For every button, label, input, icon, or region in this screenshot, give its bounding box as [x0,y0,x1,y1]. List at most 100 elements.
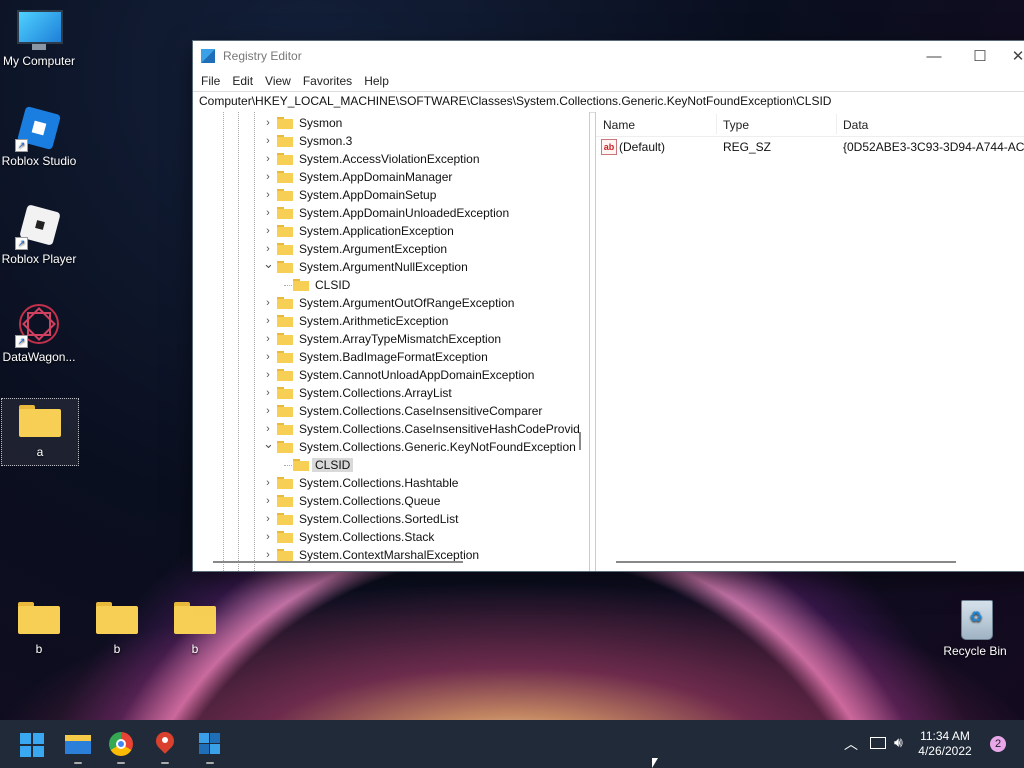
maximize-button[interactable]: ☐ [957,41,1003,71]
tree-node[interactable]: › System.AppDomainManager [193,168,569,186]
chevron-right-icon[interactable]: › [263,387,273,399]
chevron-right-icon[interactable]: › [263,477,273,489]
folder-icon [277,549,293,561]
folder-icon [277,117,293,129]
tree-node[interactable]: › System.Collections.Stack [193,528,569,546]
desktop-icon-label: Roblox Player [1,252,77,266]
desktop-icon-folder-b3[interactable]: b [157,596,233,656]
tree-node[interactable]: › System.Collections.Queue [193,492,569,510]
column-header-data[interactable]: Data [843,118,868,132]
chevron-right-icon[interactable]: › [263,135,273,147]
tree-node-label: System.Collections.CaseInsensitiveHashCo… [299,422,580,436]
tree-connector-line [284,285,292,286]
folder-icon [277,423,293,435]
chevron-right-icon[interactable]: › [263,351,273,363]
desktop-icon-folder-b2[interactable]: b [79,596,155,656]
chevron-right-icon[interactable]: › [263,531,273,543]
tree-node[interactable]: › System.Collections.ArrayList [193,384,569,402]
tree-vertical-scrollbar[interactable] [579,432,581,450]
chevron-down-icon[interactable]: ⌄ [263,257,274,270]
clock[interactable]: 11:34 AM 4/26/2022 [910,729,980,759]
column-header-type[interactable]: Type [723,118,749,132]
tree-node[interactable]: › System.Collections.CaseInsensitiveHashC… [193,420,580,438]
chevron-right-icon[interactable]: › [263,369,273,381]
chevron-right-icon[interactable]: › [263,297,273,309]
chevron-up-icon[interactable]: ︿ [844,734,858,754]
tree-node[interactable]: › System.Collections.Hashtable [193,474,569,492]
desktop-icon-folder-a[interactable]: a [1,398,79,466]
chevron-right-icon[interactable]: › [263,189,273,201]
menu-file[interactable]: File [195,74,226,88]
registry-tree-pane[interactable]: › Sysmon › Sysmon.3 › System.AccessViolationE… [193,112,590,571]
chevron-down-icon[interactable]: ⌄ [263,437,274,450]
folder-icon [277,171,293,183]
value-row[interactable]: ab (Default) REG_SZ {0D52ABE3-3C93-3D94-… [596,137,1024,157]
maps-pin-icon[interactable] [151,728,179,764]
chevron-right-icon[interactable]: › [263,495,273,507]
minimize-button[interactable]: — [911,41,957,71]
title-bar[interactable]: Registry Editor — ☐ ✕ [193,41,1024,71]
chevron-right-icon[interactable]: › [263,117,273,129]
menu-edit[interactable]: Edit [226,74,259,88]
address-bar[interactable]: Computer\HKEY_LOCAL_MACHINE\SOFTWARE\Cla… [193,91,1024,113]
chrome-icon[interactable] [107,730,135,764]
tree-node[interactable]: › System.BadImageFormatException [193,348,569,366]
desktop-icon-my-computer[interactable]: My Computer [1,10,77,68]
desktop-icon-folder-b1[interactable]: b [1,596,77,656]
tree-node[interactable]: ⌄ System.Collections.Generic.KeyNotFoundE… [193,437,576,456]
tree-node[interactable]: › System.AppDomainUnloadedException [193,204,569,222]
tree-node[interactable]: › System.ArgumentOutOfRangeException [193,294,569,312]
column-header-name[interactable]: Name [603,118,635,132]
menu-favorites[interactable]: Favorites [297,74,358,88]
tree-node-label: System.ArgumentNullException [299,260,468,274]
tree-node-label: System.AppDomainUnloadedException [299,206,510,220]
tree-node[interactable]: ⌄ System.ArgumentNullException [193,257,569,276]
notification-badge[interactable]: 2 [990,736,1006,752]
chevron-right-icon[interactable]: › [263,513,273,525]
tree-horizontal-scrollbar[interactable] [213,561,463,563]
file-explorer-icon[interactable] [64,730,92,764]
tree-node[interactable]: › System.ArgumentException [193,240,569,258]
chevron-right-icon[interactable]: › [263,207,273,219]
tree-node-label: CLSID [312,458,354,472]
tree-node[interactable]: CLSID [193,276,569,294]
tree-node[interactable]: › System.ArrayTypeMismatchException [193,330,569,348]
network-icon[interactable] [870,737,886,749]
chevron-right-icon[interactable]: › [263,153,273,165]
tree-node[interactable]: › System.ArithmeticException [193,312,569,330]
tree-node[interactable]: › System.CannotUnloadAppDomainException [193,366,569,384]
desktop-icon-datawagon[interactable]: ↗ DataWagon... [1,302,77,364]
desktop-icon-roblox-studio[interactable]: ↗ Roblox Studio [1,105,77,168]
volume-icon[interactable]: 🔊︎ [894,734,903,751]
registry-icon[interactable] [196,730,224,764]
chevron-right-icon[interactable]: › [263,405,273,417]
tree-node[interactable]: CLSID [193,456,569,474]
chevron-right-icon[interactable]: › [263,333,273,345]
chevron-right-icon[interactable]: › [263,243,273,255]
tree-node[interactable]: › System.Collections.CaseInsensitiveCompa… [193,402,569,420]
tree-node[interactable]: › System.Collections.SortedList [193,510,569,528]
tree-node-label: System.ArgumentOutOfRangeException [299,296,515,310]
tree-node[interactable]: › System.ApplicationException [193,222,569,240]
menu-help[interactable]: Help [358,74,395,88]
close-button[interactable]: ✕ [1003,41,1024,71]
folder-icon [277,405,293,417]
menu-view[interactable]: View [259,74,297,88]
tree-node[interactable]: › System.AccessViolationException [193,150,569,168]
chevron-right-icon[interactable]: › [263,171,273,183]
values-horizontal-scrollbar[interactable] [616,561,956,563]
chevron-right-icon[interactable]: › [263,549,273,561]
start-icon[interactable] [20,733,44,757]
value-data: {0D52ABE3-3C93-3D94-A744-AC44 [843,140,1024,154]
values-pane[interactable]: Name Type Data ab (Default) REG_SZ {0D52… [595,112,1024,571]
chevron-right-icon[interactable]: › [263,423,273,435]
chevron-right-icon[interactable]: › [263,315,273,327]
tree-node[interactable]: › Sysmon [193,114,569,132]
shortcut-arrow-icon: ↗ [15,335,28,348]
tree-node[interactable]: › Sysmon.3 [193,132,569,150]
tree-node[interactable]: › System.AppDomainSetup [193,186,569,204]
desktop-icon-recycle-bin[interactable]: ♻ Recycle Bin [937,596,1013,658]
folder-icon [277,369,293,381]
chevron-right-icon[interactable]: › [263,225,273,237]
desktop-icon-roblox-player[interactable]: ↗ Roblox Player [1,204,77,266]
